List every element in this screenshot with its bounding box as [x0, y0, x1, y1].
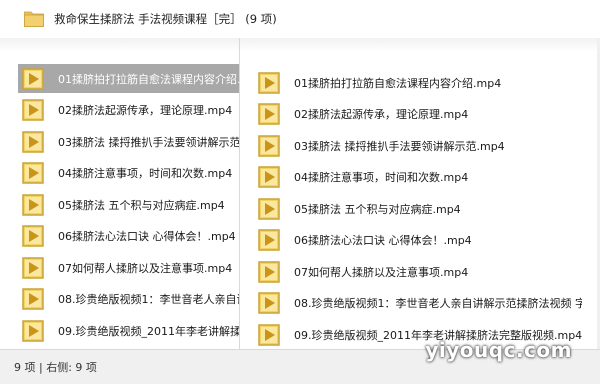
file-name: 02揉脐法起源传承，理论原理.mp4	[294, 108, 469, 121]
file-name: 04揉脐注意事项，时间和次数.mp4	[58, 167, 233, 180]
file-name: 05揉脐法 五个积与对应病症.mp4	[58, 198, 225, 212]
file-row[interactable]: 08.珍贵绝版视频1：李世音老人亲自讲解示范揉脐法视频 字幕版.mp4	[254, 289, 582, 318]
file-name: 08.珍贵绝版视频1：李世音老人亲自讲解示范揉脐法视频 字幕版.mp4	[294, 297, 582, 310]
file-name: 02揉脐法起源传承，理论原理.mp4	[58, 104, 233, 117]
file-row[interactable]: 02揉脐法起源传承，理论原理.mp4	[254, 100, 582, 129]
video-file-icon	[258, 197, 280, 220]
file-row[interactable]: 04揉脐注意事项，时间和次数.mp4	[18, 159, 239, 188]
file-row[interactable]: 05揉脐法 五个积与对应病症.mp4	[18, 190, 239, 219]
status-text: 9 项 | 右侧: 9 项	[14, 361, 97, 374]
video-file-icon	[22, 256, 44, 279]
file-name: 01揉脐拍打拉筋自愈法课程内容介绍.mp4	[58, 72, 239, 86]
file-row[interactable]: 02揉脐法起源传承，理论原理.mp4	[18, 96, 239, 125]
file-row[interactable]: 08.珍贵绝版视频1：李世音老人亲自讲解示范揉脐法视频 字幕版.mp4	[18, 285, 239, 314]
watermark: yiyouqc.com	[425, 338, 572, 362]
video-file-icon	[258, 229, 280, 251]
file-row[interactable]: 06揉脐法心法口诀 心得体会！.mp4	[254, 226, 582, 255]
video-file-icon	[258, 103, 280, 125]
file-row[interactable]: 04揉脐注意事项，时间和次数.mp4	[254, 163, 582, 192]
video-file-icon	[22, 193, 44, 216]
file-row[interactable]: 03揉脐法 揉捋推扒手法要领讲解示范.mp4	[254, 131, 582, 160]
window-title: 救命保生揉脐法 手法视频课程［完］ (9 项)	[54, 12, 277, 26]
video-file-icon	[258, 166, 280, 188]
video-file-icon	[22, 288, 44, 310]
folder-icon	[24, 11, 44, 27]
file-row[interactable]: 01揉脐拍打拉筋自愈法课程内容介绍.mp4	[18, 64, 239, 93]
video-file-icon	[258, 292, 280, 314]
video-file-icon	[258, 260, 280, 283]
file-name: 03揉脐法 揉捋推扒手法要领讲解示范.mp4	[294, 139, 505, 153]
video-file-icon	[22, 67, 44, 90]
video-file-icon	[258, 134, 280, 157]
video-file-icon	[258, 71, 280, 94]
file-name: 08.珍贵绝版视频1：李世音老人亲自讲解示范揉脐法视频 字幕版.mp4	[58, 293, 239, 306]
file-row[interactable]: 07如何帮人揉脐以及注意事项.mp4	[18, 253, 239, 282]
file-row[interactable]: 01揉脐拍打拉筋自愈法课程内容介绍.mp4	[254, 68, 582, 97]
file-name: 09.珍贵绝版视频_2011年李老讲解揉脐法完整版视频.mp4	[58, 324, 239, 338]
file-name: 06揉脐法心法口诀 心得体会！.mp4	[58, 230, 236, 243]
file-row[interactable]: 07如何帮人揉脐以及注意事项.mp4	[254, 257, 582, 286]
file-name: 07如何帮人揉脐以及注意事项.mp4	[294, 265, 469, 279]
video-file-icon	[22, 99, 44, 121]
pane-header-shade	[240, 38, 600, 52]
video-file-icon	[258, 323, 280, 346]
left-file-pane[interactable]: 01揉脐拍打拉筋自愈法课程内容介绍.mp4 02揉脐法起源传承，理论原理.mp4 0…	[0, 38, 240, 349]
video-file-icon	[22, 130, 44, 153]
video-file-icon	[22, 319, 44, 342]
file-row[interactable]: 09.珍贵绝版视频_2011年李老讲解揉脐法完整版视频.mp4	[18, 316, 239, 345]
title-bar: 救命保生揉脐法 手法视频课程［完］ (9 项)	[0, 0, 600, 39]
pane-header-shade	[0, 38, 239, 52]
file-name: 07如何帮人揉脐以及注意事项.mp4	[58, 261, 233, 275]
file-name: 01揉脐拍打拉筋自愈法课程内容介绍.mp4	[294, 76, 502, 90]
right-file-pane[interactable]: 01揉脐拍打拉筋自愈法课程内容介绍.mp4 02揉脐法起源传承，理论原理.mp4 0…	[240, 38, 600, 349]
file-name: 03揉脐法 揉捋推扒手法要领讲解示范.mp4	[58, 135, 239, 149]
video-file-icon	[22, 162, 44, 184]
video-file-icon	[22, 225, 44, 247]
file-name: 05揉脐法 五个积与对应病症.mp4	[294, 202, 461, 216]
file-row[interactable]: 06揉脐法心法口诀 心得体会！.mp4	[18, 222, 239, 251]
file-name: 06揉脐法心法口诀 心得体会！.mp4	[294, 234, 472, 247]
file-name: 04揉脐注意事项，时间和次数.mp4	[294, 171, 469, 184]
file-row[interactable]: 03揉脐法 揉捋推扒手法要领讲解示范.mp4	[18, 127, 239, 156]
file-row[interactable]: 05揉脐法 五个积与对应病症.mp4	[254, 194, 582, 223]
